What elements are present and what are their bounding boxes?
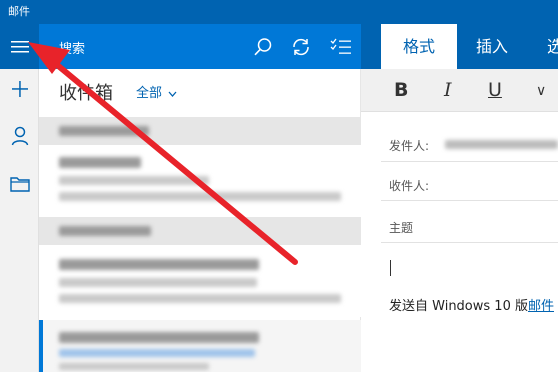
hamburger-menu-button[interactable]	[0, 27, 39, 67]
folder-title: 收件箱	[59, 83, 113, 104]
select-icon	[330, 38, 351, 54]
app-title: 邮件	[8, 5, 30, 18]
sync-icon	[293, 38, 309, 56]
search-bar: 搜索	[39, 24, 361, 69]
navigation-rail	[0, 24, 39, 372]
blurred-text	[59, 176, 209, 185]
tab-options[interactable]: 选	[537, 24, 558, 69]
tab-insert-label: 插入	[475, 37, 508, 56]
divider	[381, 161, 558, 162]
more-format-button[interactable]: ∨	[536, 83, 546, 99]
tab-options-label: 选	[547, 37, 558, 56]
from-label: 发件人:	[389, 139, 430, 153]
search-icon	[254, 38, 272, 56]
chevron-down-icon	[168, 91, 177, 97]
blurred-text	[59, 192, 341, 201]
message-list-pane: 搜索 收件箱 全部	[39, 24, 361, 372]
message-item[interactable]	[39, 245, 361, 317]
plus-icon	[11, 81, 28, 97]
blurred-text	[59, 349, 255, 357]
blurred-text	[59, 226, 151, 236]
bold-button[interactable]: B	[394, 79, 408, 101]
signature-link[interactable]: 邮件	[528, 299, 554, 314]
hamburger-icon	[10, 41, 29, 53]
title-bar: 邮件	[0, 0, 558, 24]
compose-pane: 格式 插入 选 B I U ∨ 发件人: 收件人: 主题 发送自 Windows…	[361, 24, 558, 372]
blurred-text	[59, 363, 209, 370]
subject-field[interactable]: 主题	[389, 219, 413, 236]
blurred-text	[59, 332, 259, 343]
new-mail-button[interactable]	[0, 69, 39, 109]
tab-format-label: 格式	[402, 37, 435, 56]
filter-dropdown[interactable]: 全部	[136, 82, 177, 101]
filter-label: 全部	[136, 86, 163, 101]
accounts-button[interactable]	[0, 116, 39, 156]
tab-insert[interactable]: 插入	[457, 24, 527, 69]
blurred-text	[59, 126, 149, 136]
folder-icon	[9, 177, 30, 192]
date-group-header	[39, 117, 361, 145]
divider	[381, 242, 558, 243]
blurred-text	[59, 157, 141, 168]
mail-app-window: 邮件 搜索 收件箱 全部 格式 插入 选 B I U ∨ 发件人: 收件人: 主…	[0, 0, 558, 372]
signature: 发送自 Windows 10 版邮件	[389, 295, 554, 314]
to-field-line[interactable]	[381, 200, 558, 201]
blurred-text	[59, 278, 257, 287]
format-toolbar: B I U ∨	[361, 69, 558, 112]
folders-button[interactable]	[0, 164, 39, 204]
message-item[interactable]	[39, 145, 361, 217]
underline-button[interactable]: U	[488, 79, 502, 101]
inbox-header: 收件箱 全部	[39, 69, 361, 117]
from-address-blurred[interactable]	[445, 140, 558, 149]
signature-text: 发送自 Windows 10 版	[389, 299, 528, 314]
select-mode-button[interactable]	[329, 35, 353, 59]
blurred-text	[59, 259, 259, 270]
italic-button[interactable]: I	[444, 79, 452, 101]
tab-format[interactable]: 格式	[381, 24, 457, 69]
person-icon	[11, 126, 28, 146]
to-label: 收件人:	[389, 179, 430, 193]
text-cursor	[390, 260, 391, 276]
search-button[interactable]	[251, 35, 275, 59]
blurred-text	[59, 294, 341, 303]
ribbon-tabs: 格式 插入 选	[361, 24, 558, 69]
message-item-selected[interactable]	[39, 320, 361, 372]
search-input[interactable]: 搜索	[59, 38, 85, 57]
date-group-header	[39, 217, 361, 245]
sync-button[interactable]	[289, 35, 313, 59]
